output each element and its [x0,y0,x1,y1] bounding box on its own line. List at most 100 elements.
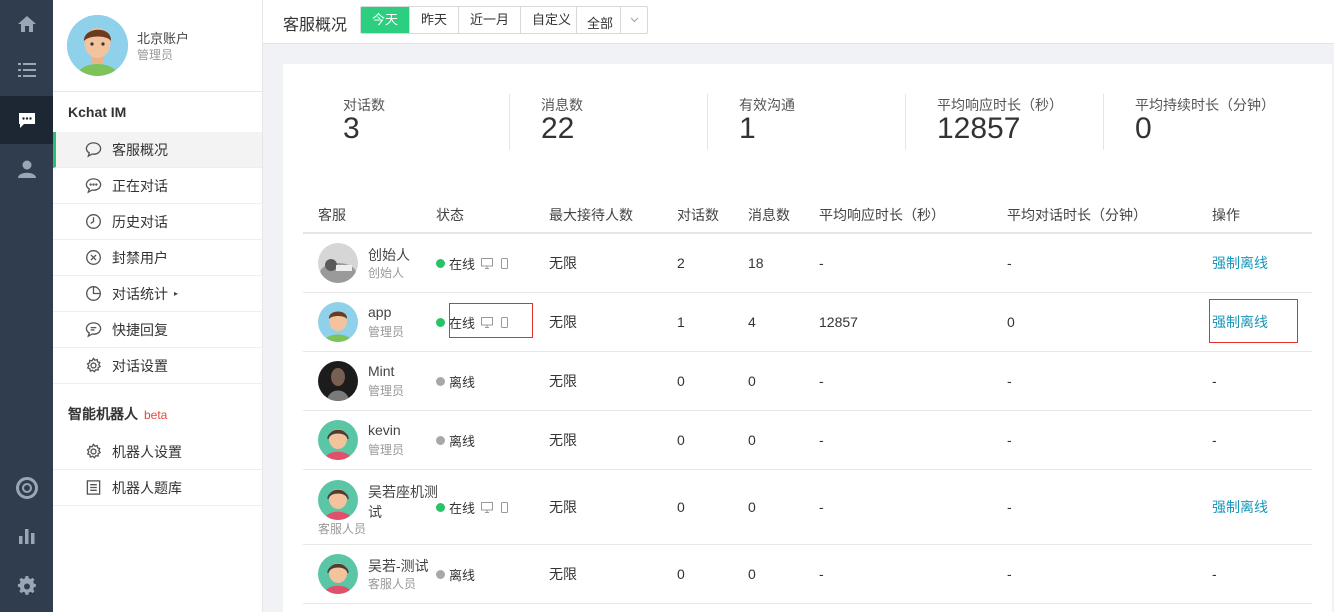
home-icon[interactable] [0,0,53,48]
sidebar-item-label: 客服概况 [112,141,168,158]
agent-cell: 创始人 创始人 [303,234,436,292]
max-cell: 无限 [549,544,677,604]
sidebar-item-robot-library[interactable]: 机器人题库 [53,470,262,506]
messages-cell: 0 [748,469,819,545]
settings-icon[interactable] [0,562,53,610]
conversations-cell: 0 [677,544,748,604]
messages-cell: 0 [748,544,819,604]
list-icon[interactable] [0,46,53,94]
filter-select[interactable]: 全部 [576,6,648,34]
table-row: 创始人 创始人 在线 无限 2 18 - - 强制离线 [303,233,1312,293]
chevron-down-icon[interactable] [620,7,647,33]
avatar[interactable] [318,420,358,460]
range-custom-button[interactable]: 自定义 [521,7,583,33]
account-profile: 北京账户 管理员 [53,0,262,92]
stat-divider [905,94,906,150]
annotation-box-action [1209,299,1298,343]
avatar[interactable] [318,554,358,594]
avg-response-cell: 12857 [819,292,1007,352]
table-row: 吴若-测试 客服人员 离线 无限 0 0 - - - [303,544,1312,604]
status-indicator: 离线 [436,372,475,391]
sidebar-item-history[interactable]: 历史对话 [53,204,262,240]
status-indicator: 在线 [436,254,509,273]
table-row: Mint 管理员 离线 无限 0 0 - - - [303,351,1312,411]
document-list-icon [86,480,101,495]
status-label: 在线 [449,500,476,516]
sidebar-item-quick-reply[interactable]: 快捷回复 [53,312,262,348]
agent-name: 创始人 [368,247,410,263]
chat-bubble-icon [85,142,102,158]
avg-duration-cell: 0 [1007,292,1212,352]
agent-name: app [368,304,392,320]
avg-response-cell: - [819,469,1007,545]
avatar[interactable] [318,480,358,520]
stat-value: 3 [343,112,360,145]
status-indicator: 离线 [436,431,475,450]
avg-duration-cell: - [1007,233,1212,293]
sidebar-item-banned[interactable]: 封禁用户 [53,240,262,276]
status-label: 离线 [449,374,476,390]
stat-effective: 有效沟通 1 [679,92,877,152]
secondary-sidebar: 北京账户 管理员 Kchat IM 客服概况 正在对话 历史对话 封禁用户 对话… [53,0,263,612]
avg-response-cell: - [819,351,1007,411]
max-cell: 无限 [549,410,677,470]
agent-name: Mint [368,363,395,379]
avg-duration-cell: - [1007,544,1212,604]
force-offline-button[interactable]: 强制离线 [1212,255,1268,271]
status-label: 在线 [449,256,476,272]
avatar[interactable] [318,361,358,401]
agent-role: 管理员 [368,384,405,398]
stat-avg-duration: 平均持续时长（分钟） 0 [1075,92,1275,152]
column-header-conversations: 对话数 [677,197,748,234]
quick-reply-icon [85,322,102,338]
agent-role: 管理员 [368,325,405,339]
avatar[interactable] [67,15,128,76]
range-yesterday-button[interactable]: 昨天 [410,7,460,33]
action-cell: - [1212,351,1312,411]
group-title-label: 智能机器人 [68,406,138,422]
range-month-button[interactable]: 近一月 [459,7,522,33]
stat-divider [1103,94,1104,150]
annotation-box-status [449,303,533,338]
agent-cell: Mint 管理员 [303,352,436,410]
submenu-arrow-icon: ▸ [174,289,179,298]
sidebar-item-active-chats[interactable]: 正在对话 [53,168,262,204]
page-title: 客服概况 [283,17,348,34]
stat-value: 22 [541,112,575,145]
beta-badge: beta [144,408,168,422]
stat-value: 1 [739,112,756,145]
sidebar-item-chat-settings[interactable]: 对话设置 [53,348,262,384]
account-role: 管理员 [137,48,174,62]
stat-avg-response: 平均响应时长（秒） 12857 [877,92,1075,152]
avg-response-cell: - [819,233,1007,293]
max-cell: 无限 [549,292,677,352]
column-header-messages: 消息数 [748,197,819,234]
messages-cell: 18 [748,233,819,293]
stats-row: 对话数 3 消息数 22 有效沟通 1 平均响应时长（秒） 12857 平均持续… [283,92,1332,162]
sidebar-item-overview[interactable]: 客服概况 [53,132,262,168]
avg-duration-cell: - [1007,410,1212,470]
user-icon[interactable] [0,145,53,193]
bar-chart-icon[interactable] [0,512,53,560]
ban-icon [86,250,101,265]
avatar[interactable] [318,243,358,283]
max-cell: 无限 [549,233,677,293]
sidebar-item-label: 快捷回复 [112,321,168,338]
agent-cell: kevin 管理员 [303,411,436,469]
range-today-button[interactable]: 今天 [361,7,411,33]
agent-role: 管理员 [368,443,405,457]
column-header-agent: 客服 [303,197,436,234]
sidebar-item-statistics[interactable]: 对话统计 ▸ [53,276,262,312]
stat-label: 平均持续时长（分钟） [1135,97,1275,113]
agent-role: 客服人员 [368,577,417,591]
mobile-icon [501,501,509,513]
message-icon[interactable] [0,96,53,144]
status-label: 离线 [449,567,476,583]
column-header-max: 最大接待人数 [549,197,677,234]
sidebar-item-robot-settings[interactable]: 机器人设置 [53,434,262,470]
agent-name: kevin [368,422,401,438]
conversations-cell: 0 [677,351,748,411]
force-offline-button[interactable]: 强制离线 [1212,499,1268,515]
avatar[interactable] [318,302,358,342]
support-icon[interactable] [0,464,53,512]
